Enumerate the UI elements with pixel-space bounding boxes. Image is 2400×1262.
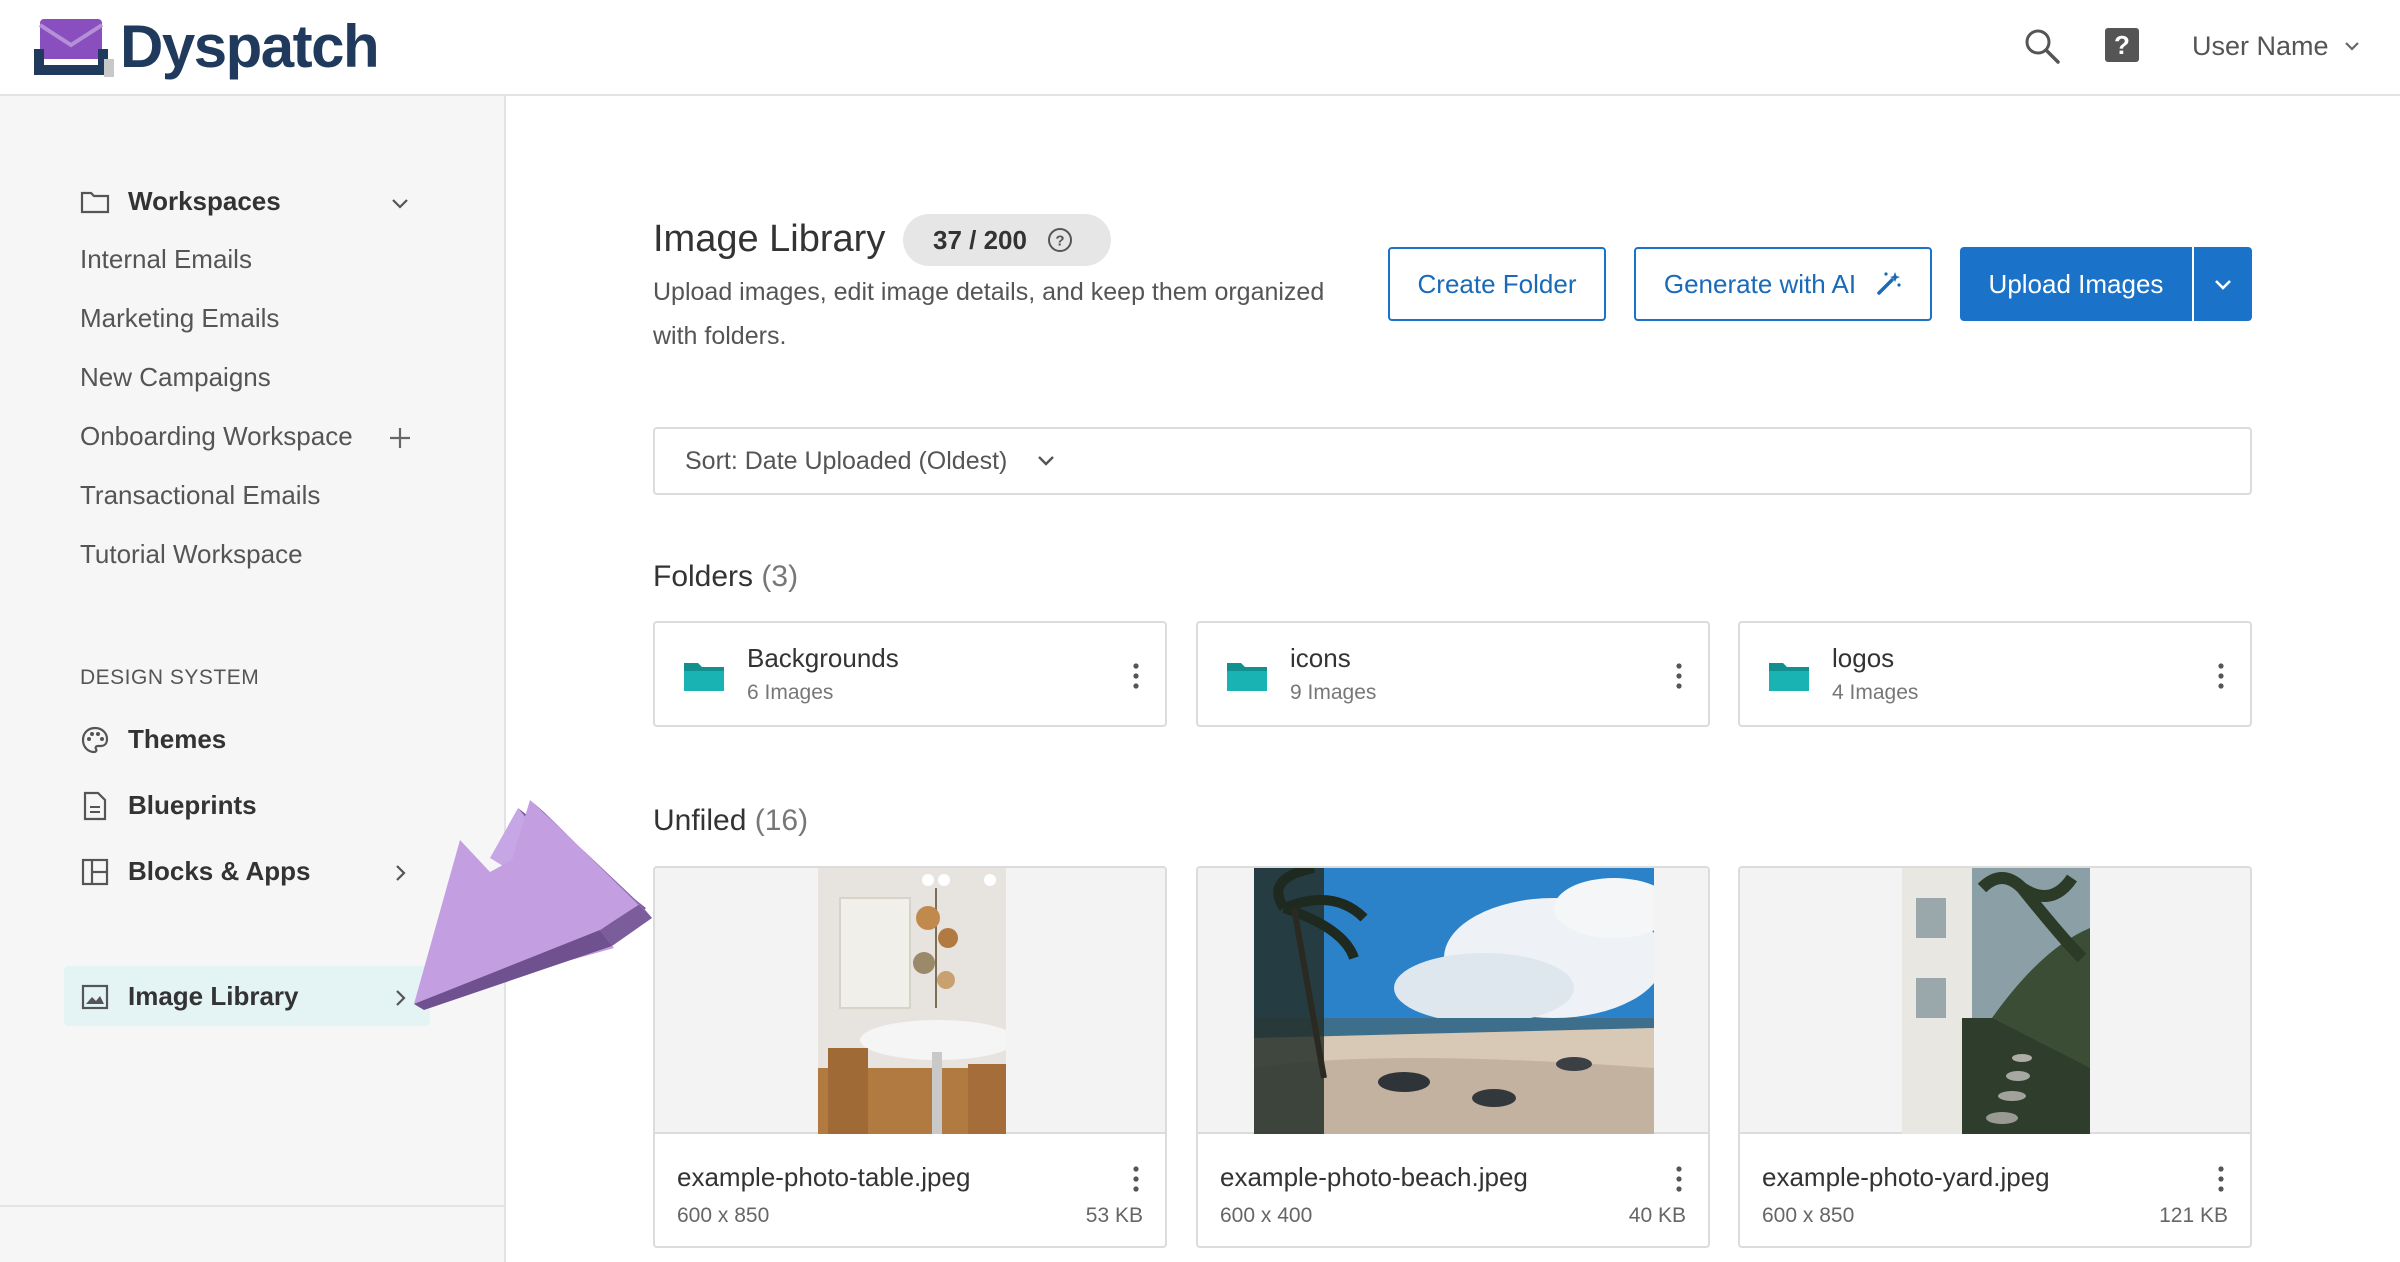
- folder-name: Backgrounds: [747, 643, 899, 673]
- upload-images-button[interactable]: Upload Images: [1960, 247, 2192, 321]
- folder-card[interactable]: Backgrounds 6 Images: [653, 621, 1167, 727]
- sidebar-workspaces[interactable]: Workspaces: [80, 186, 281, 217]
- folder-card[interactable]: icons 9 Images: [1196, 621, 1710, 727]
- folders-heading: Folders (3): [653, 560, 799, 593]
- folder-name: icons: [1290, 643, 1351, 673]
- more-options-icon[interactable]: [1131, 1164, 1141, 1194]
- palette-icon: [80, 725, 110, 755]
- document-icon: [80, 791, 110, 821]
- brand-name: Dyspatch: [120, 12, 380, 80]
- beach-photo-thumbnail: [1254, 868, 1654, 1134]
- generate-with-ai-button[interactable]: Generate with AI: [1634, 247, 1932, 321]
- user-menu[interactable]: User Name: [2192, 28, 2361, 64]
- thumbnail-area: [655, 868, 1165, 1134]
- more-options-icon[interactable]: [1674, 661, 1684, 691]
- design-system-heading: DESIGN SYSTEM: [80, 666, 260, 689]
- folder-count: 4 Images: [1832, 681, 1919, 704]
- sidebar-item-transactional-emails[interactable]: Transactional Emails: [80, 480, 320, 511]
- sidebar-workspaces-label: Workspaces: [128, 186, 281, 216]
- image-filesize: 53 KB: [1085, 1204, 1143, 1227]
- sidebar-item-marketing-emails[interactable]: Marketing Emails: [80, 303, 279, 334]
- image-filesize: 121 KB: [2159, 1204, 2228, 1227]
- thumbnail-area: [1740, 868, 2250, 1134]
- top-header: Dyspatch ? User Name: [0, 0, 2400, 96]
- sidebar-item-tutorial-workspace[interactable]: Tutorial Workspace: [80, 539, 303, 570]
- chevron-right-icon[interactable]: [388, 861, 412, 885]
- table-photo-thumbnail: [818, 868, 1006, 1134]
- folder-icon: [1769, 663, 1809, 691]
- more-options-icon[interactable]: [1674, 1164, 1684, 1194]
- sort-dropdown[interactable]: Sort: Date Uploaded (Oldest): [653, 427, 2252, 495]
- image-quota-badge: 37 / 200 ?: [903, 214, 1111, 266]
- sidebar-item-image-library[interactable]: Image Library: [80, 981, 299, 1012]
- help-icon[interactable]: ?: [2105, 28, 2139, 62]
- sort-label: Sort: Date Uploaded (Oldest): [685, 446, 1008, 475]
- more-options-icon[interactable]: [1131, 661, 1141, 691]
- folder-icon: [1227, 663, 1267, 691]
- plus-icon[interactable]: [386, 424, 414, 452]
- folder-count: 6 Images: [747, 681, 834, 704]
- image-icon: [80, 982, 110, 1012]
- svg-text:?: ?: [1055, 233, 1064, 250]
- image-card[interactable]: example-photo-yard.jpeg 600 x 850 121 KB: [1738, 866, 2252, 1248]
- search-icon[interactable]: [2022, 26, 2062, 66]
- more-options-icon[interactable]: [2216, 1164, 2226, 1194]
- quota-value: 37 / 200: [933, 224, 1027, 255]
- image-name: example-photo-yard.jpeg: [1762, 1162, 2050, 1192]
- sidebar-item-onboarding-workspace[interactable]: Onboarding Workspace: [80, 421, 353, 452]
- image-dimensions: 600 x 850: [677, 1204, 770, 1227]
- page-subtitle: Upload images, edit image details, and k…: [653, 278, 1325, 350]
- more-options-icon[interactable]: [2216, 661, 2226, 691]
- thumbnail-area: [1198, 868, 1708, 1134]
- image-dimensions: 600 x 400: [1220, 1204, 1313, 1227]
- folder-count: 9 Images: [1290, 681, 1377, 704]
- sidebar-item-themes[interactable]: Themes: [80, 724, 226, 755]
- sidebar-item-internal-emails[interactable]: Internal Emails: [80, 244, 252, 275]
- sidebar-item-blocks-apps[interactable]: Blocks & Apps: [80, 856, 311, 887]
- page-title: Image Library: [653, 218, 886, 260]
- envelope-logo-icon: [34, 19, 114, 77]
- chevron-down-icon: [2344, 42, 2359, 51]
- create-folder-button[interactable]: Create Folder: [1388, 247, 1606, 321]
- chevron-down-icon: [2215, 280, 2231, 290]
- upload-options-dropdown[interactable]: [2192, 247, 2252, 321]
- chevron-down-icon: [1038, 456, 1055, 466]
- folder-icon: [684, 663, 724, 691]
- dyspatch-logo[interactable]: Dyspatch: [34, 12, 380, 80]
- image-name: example-photo-table.jpeg: [677, 1162, 971, 1192]
- image-dimensions: 600 x 850: [1762, 1204, 1855, 1227]
- sidebar-divider: [0, 1205, 506, 1207]
- chevron-right-icon[interactable]: [388, 986, 412, 1010]
- user-name: User Name: [2192, 30, 2329, 61]
- sidebar-item-new-campaigns[interactable]: New Campaigns: [80, 362, 271, 393]
- magic-wand-icon: [1877, 272, 1901, 295]
- image-card[interactable]: example-photo-beach.jpeg 600 x 400 40 KB: [1196, 866, 1710, 1248]
- folder-outline-icon: [80, 187, 110, 217]
- folder-name: logos: [1832, 643, 1895, 673]
- help-circle-icon[interactable]: ?: [1047, 227, 1073, 253]
- image-name: example-photo-beach.jpeg: [1220, 1162, 1528, 1192]
- layout-grid-icon: [80, 857, 110, 887]
- folder-card[interactable]: logos 4 Images: [1738, 621, 2252, 727]
- image-card[interactable]: example-photo-table.jpeg 600 x 850 53 KB: [653, 866, 1167, 1248]
- sidebar-item-blueprints[interactable]: Blueprints: [80, 790, 257, 821]
- chevron-down-icon[interactable]: [388, 192, 412, 216]
- unfiled-heading: Unfiled (16): [653, 804, 809, 837]
- yard-photo-thumbnail: [1902, 868, 2090, 1134]
- image-filesize: 40 KB: [1628, 1204, 1686, 1227]
